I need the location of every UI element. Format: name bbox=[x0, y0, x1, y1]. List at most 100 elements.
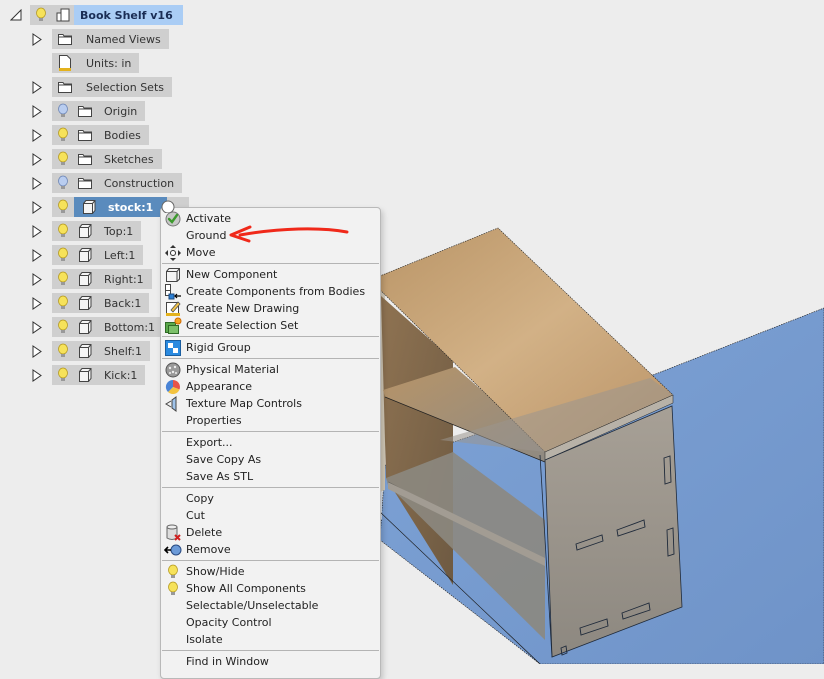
tree-node-back-1[interactable]: Back:1 bbox=[52, 293, 150, 313]
expand-triangle-icon[interactable] bbox=[32, 153, 42, 166]
tree-node-left-1[interactable]: Left:1 bbox=[52, 245, 144, 265]
menu-item-label: Show All Components bbox=[186, 582, 306, 595]
menu-item-physical-material[interactable]: Physical Material bbox=[161, 361, 380, 378]
lightbulb-icon[interactable] bbox=[52, 269, 74, 289]
menu-item-label: Activate bbox=[186, 212, 232, 225]
menu-item-properties[interactable]: Properties bbox=[161, 412, 380, 429]
menu-item-cut[interactable]: Cut bbox=[161, 507, 380, 524]
expand-triangle-icon[interactable] bbox=[32, 297, 42, 310]
menu-item-activate[interactable]: Activate bbox=[161, 210, 380, 227]
remove-icon bbox=[164, 541, 182, 558]
menu-item-ground[interactable]: Ground bbox=[161, 227, 380, 244]
tree-node-units-in[interactable]: Units: in bbox=[52, 53, 140, 73]
lightbulb-icon[interactable] bbox=[52, 365, 74, 385]
lightbulb-icon[interactable] bbox=[52, 221, 74, 241]
menu-item-opacity-control[interactable]: Opacity Control bbox=[161, 614, 380, 631]
menu-item-label: Physical Material bbox=[186, 363, 279, 376]
menu-item-texture-map-controls[interactable]: Texture Map Controls bbox=[161, 395, 380, 412]
tree-node-origin[interactable]: Origin bbox=[52, 101, 146, 121]
menu-separator bbox=[162, 487, 379, 488]
tree-node-construction[interactable]: Construction bbox=[52, 173, 183, 193]
lightbulb-icon[interactable] bbox=[52, 293, 74, 313]
tree-node-named-views[interactable]: Named Views bbox=[52, 29, 169, 49]
tree-node-root[interactable]: Book Shelf v16 bbox=[30, 5, 183, 25]
expand-triangle-icon[interactable] bbox=[32, 345, 42, 358]
menu-item-isolate[interactable]: Isolate bbox=[161, 631, 380, 648]
folder-icon bbox=[74, 101, 96, 121]
menu-item-label: Copy bbox=[186, 492, 214, 505]
expand-triangle-icon[interactable] bbox=[32, 249, 42, 262]
lightbulb-icon[interactable] bbox=[52, 101, 74, 121]
menu-item-copy[interactable]: Copy bbox=[161, 490, 380, 507]
root-label: Book Shelf v16 bbox=[80, 8, 173, 22]
move-arrows-icon bbox=[164, 244, 182, 261]
menu-separator bbox=[162, 336, 379, 337]
expand-triangle-icon[interactable] bbox=[32, 105, 42, 118]
tree-node-shelf-1[interactable]: Shelf:1 bbox=[52, 341, 150, 361]
expand-triangle-icon[interactable] bbox=[32, 81, 42, 94]
menu-item-appearance[interactable]: Appearance bbox=[161, 378, 380, 395]
menu-item-label: Export... bbox=[186, 436, 233, 449]
lightbulb-icon[interactable] bbox=[30, 5, 52, 25]
expand-triangle-icon[interactable] bbox=[32, 273, 42, 286]
menu-item-export[interactable]: Export... bbox=[161, 434, 380, 451]
expand-triangle-icon[interactable] bbox=[32, 201, 42, 214]
menu-item-save-copy-as[interactable]: Save Copy As bbox=[161, 451, 380, 468]
tree-node-selection-sets[interactable]: Selection Sets bbox=[52, 77, 172, 97]
folder-icon bbox=[54, 77, 76, 97]
expand-triangle-icon[interactable] bbox=[32, 129, 42, 142]
menu-item-label: Create Selection Set bbox=[186, 319, 299, 332]
lightbulb-icon bbox=[164, 580, 182, 597]
menu-item-create-new-drawing[interactable]: Create New Drawing bbox=[161, 300, 380, 317]
expand-triangle-icon[interactable] bbox=[32, 321, 42, 334]
context-menu: Activate Ground Move New Component Create Co… bbox=[160, 207, 381, 679]
menu-item-new-component[interactable]: New Component bbox=[161, 266, 380, 283]
lightbulb-icon[interactable] bbox=[52, 245, 74, 265]
lightbulb-icon[interactable] bbox=[52, 341, 74, 361]
component-icon bbox=[74, 221, 96, 241]
lightbulb-icon[interactable] bbox=[52, 125, 74, 145]
menu-item-create-selection-set[interactable]: Create Selection Set bbox=[161, 317, 380, 334]
assembly-icon bbox=[52, 5, 74, 25]
folder-icon bbox=[74, 149, 96, 169]
component-icon bbox=[74, 293, 96, 313]
lightbulb-icon[interactable] bbox=[52, 149, 74, 169]
tree-node-sketches[interactable]: Sketches bbox=[52, 149, 162, 169]
menu-item-delete[interactable]: Delete bbox=[161, 524, 380, 541]
menu-separator bbox=[162, 650, 379, 651]
lightbulb-icon[interactable] bbox=[52, 197, 74, 217]
menu-item-label: New Component bbox=[186, 268, 278, 281]
collapse-triangle-icon[interactable] bbox=[10, 9, 22, 21]
menu-item-show-hide[interactable]: Show/Hide bbox=[161, 563, 380, 580]
menu-item-label: Selectable/Unselectable bbox=[186, 599, 319, 612]
component-icon bbox=[74, 341, 96, 361]
tree-node-bottom-1[interactable]: Bottom:1 bbox=[52, 317, 164, 337]
menu-item-create-components-from-bodies[interactable]: Create Components from Bodies bbox=[161, 283, 380, 300]
lightbulb-icon[interactable] bbox=[52, 317, 74, 337]
lightbulb-icon bbox=[164, 563, 182, 580]
component-icon bbox=[78, 197, 100, 217]
expand-triangle-icon[interactable] bbox=[32, 225, 42, 238]
menu-item-find-in-window[interactable]: Find in Window bbox=[161, 653, 380, 670]
menu-item-rigid-group[interactable]: Rigid Group bbox=[161, 339, 380, 356]
tree-node-kick-1[interactable]: Kick:1 bbox=[52, 365, 146, 385]
tree-node-bodies[interactable]: Bodies bbox=[52, 125, 149, 145]
menu-item-save-as-stl[interactable]: Save As STL bbox=[161, 468, 380, 485]
new-drawing-icon bbox=[164, 300, 182, 317]
menu-item-move[interactable]: Move bbox=[161, 244, 380, 261]
expand-triangle-icon[interactable] bbox=[32, 177, 42, 190]
radio-indicator-icon bbox=[161, 200, 175, 213]
lightbulb-icon[interactable] bbox=[52, 173, 74, 193]
menu-item-show-all-components[interactable]: Show All Components bbox=[161, 580, 380, 597]
folder-icon bbox=[54, 29, 76, 49]
tree-node-top-1[interactable]: Top:1 bbox=[52, 221, 142, 241]
menu-item-remove[interactable]: Remove bbox=[161, 541, 380, 558]
menu-item-selectable-unselectable[interactable]: Selectable/Unselectable bbox=[161, 597, 380, 614]
component-icon bbox=[74, 245, 96, 265]
tree-node-right-1[interactable]: Right:1 bbox=[52, 269, 152, 289]
tree-node-label: Named Views bbox=[86, 32, 161, 46]
expand-triangle-icon[interactable] bbox=[32, 369, 42, 382]
tree-node-label: Construction bbox=[104, 176, 175, 190]
menu-item-label: Move bbox=[186, 246, 216, 259]
expand-triangle-icon[interactable] bbox=[32, 33, 42, 46]
